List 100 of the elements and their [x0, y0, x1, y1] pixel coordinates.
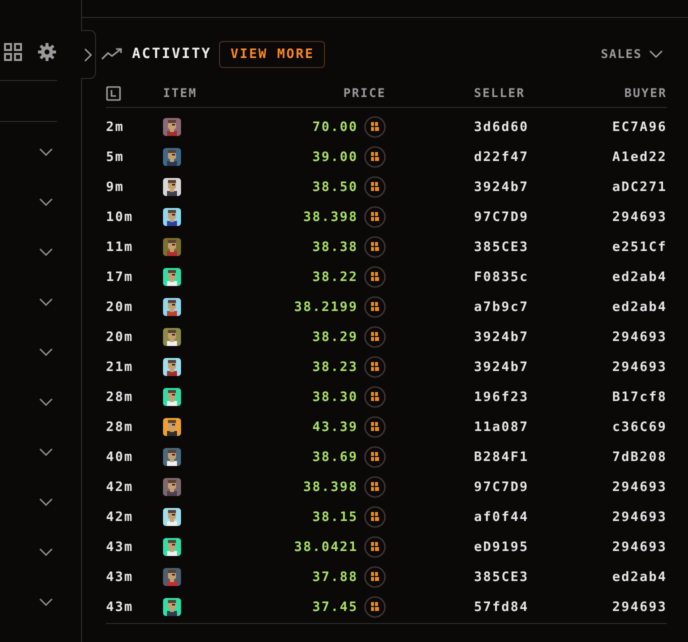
column-header[interactable]: SELLER: [474, 86, 526, 100]
seller-address[interactable]: d22f47: [474, 150, 529, 164]
coin-icon: [364, 476, 386, 498]
time-ago: 10m: [106, 210, 134, 224]
seller-address[interactable]: af0f44: [474, 510, 529, 524]
buyer-address[interactable]: ed2ab4: [612, 570, 667, 584]
chevron-down-icon[interactable]: [39, 448, 53, 456]
buyer-address[interactable]: 294693: [612, 600, 667, 614]
buyer-address[interactable]: 294693: [612, 360, 667, 374]
sales-dropdown[interactable]: SALES: [600, 47, 663, 61]
buyer-address[interactable]: 294693: [612, 480, 667, 494]
coin-icon: [364, 416, 386, 438]
buyer-address[interactable]: EC7A96: [612, 120, 667, 134]
column-header[interactable]: PRICE: [343, 86, 386, 100]
buyer-address[interactable]: ed2ab4: [612, 270, 667, 284]
time-ago: 28m: [106, 390, 134, 404]
price: 38.398: [303, 480, 358, 494]
seller-address[interactable]: a7b9c7: [474, 300, 529, 314]
price: 38.398: [303, 210, 358, 224]
time-ago: 5m: [106, 150, 124, 164]
chevron-right-icon: [84, 48, 92, 62]
seller-address[interactable]: F0835c: [474, 270, 529, 284]
time-ago: 43m: [106, 600, 134, 614]
seller-address[interactable]: 196f23: [474, 390, 529, 404]
coin-icon: [364, 386, 386, 408]
buyer-address[interactable]: A1ed22: [612, 150, 667, 164]
chevron-down-icon[interactable]: [39, 548, 53, 556]
seller-address[interactable]: 3d6d60: [474, 120, 529, 134]
view-more-button[interactable]: VIEW MORE: [219, 40, 326, 68]
price: 37.45: [312, 600, 358, 614]
price: 38.30: [312, 390, 358, 404]
coin-icon: [364, 536, 386, 558]
caret-icon: [649, 50, 663, 58]
seller-address[interactable]: 385CE3: [474, 240, 529, 254]
buyer-address[interactable]: e251Cf: [612, 240, 667, 254]
collapse-tab[interactable]: [81, 30, 96, 79]
coin-icon: [364, 146, 386, 168]
seller-address[interactable]: 97C7D9: [474, 480, 529, 494]
price: 38.15: [312, 510, 358, 524]
time-ago: 20m: [106, 330, 134, 344]
chevron-down-icon[interactable]: [39, 348, 53, 356]
buyer-address[interactable]: B17cf8: [612, 390, 667, 404]
price: 70.00: [312, 120, 358, 134]
buyer-address[interactable]: 294693: [612, 210, 667, 224]
time-ago: 17m: [106, 270, 134, 284]
coin-icon: [364, 296, 386, 318]
coin-icon: [364, 566, 386, 588]
buyer-address[interactable]: 7dB208: [612, 450, 667, 464]
time-ago: 11m: [106, 240, 134, 254]
chevron-down-icon[interactable]: [39, 248, 53, 256]
seller-address[interactable]: 3924b7: [474, 330, 529, 344]
price: 38.23: [312, 360, 358, 374]
buyer-address[interactable]: ed2ab4: [612, 300, 667, 314]
trend-icon: [101, 48, 123, 60]
grid-icon[interactable]: [4, 43, 22, 61]
coin-icon: [364, 356, 386, 378]
seller-address[interactable]: 3924b7: [474, 180, 529, 194]
buyer-address[interactable]: c36C69: [612, 420, 667, 434]
seller-address[interactable]: 385CE3: [474, 570, 529, 584]
time-ago: 42m: [106, 510, 134, 524]
coin-icon: [364, 506, 386, 528]
time-ago: 9m: [106, 180, 124, 194]
column-header[interactable]: ITEM: [163, 86, 198, 100]
column-header[interactable]: BUYER: [624, 86, 667, 100]
buyer-address[interactable]: aDC271: [612, 180, 667, 194]
buyer-address[interactable]: 294693: [612, 540, 667, 554]
time-ago: 20m: [106, 300, 134, 314]
time-ago: 43m: [106, 540, 134, 554]
seller-address[interactable]: 11a087: [474, 420, 529, 434]
price: 38.38: [312, 240, 358, 254]
chevron-down-icon[interactable]: [39, 598, 53, 606]
seller-address[interactable]: 97C7D9: [474, 210, 529, 224]
chevron-down-icon[interactable]: [39, 298, 53, 306]
time-ago: 2m: [106, 120, 124, 134]
coin-icon: [364, 446, 386, 468]
coin-icon: [364, 206, 386, 228]
seller-address[interactable]: B284F1: [474, 450, 529, 464]
coin-icon: [364, 266, 386, 288]
chevron-down-icon[interactable]: [39, 498, 53, 506]
settings-icon[interactable]: [38, 43, 56, 61]
coin-icon: [364, 176, 386, 198]
price: 38.69: [312, 450, 358, 464]
clock-icon: [106, 86, 121, 100]
seller-address[interactable]: 57fd84: [474, 600, 529, 614]
seller-address[interactable]: eD9195: [474, 540, 529, 554]
chevron-down-icon[interactable]: [39, 148, 53, 156]
coin-icon: [364, 596, 386, 618]
chevron-down-icon[interactable]: [39, 398, 53, 406]
time-ago: 43m: [106, 570, 134, 584]
coin-icon: [364, 236, 386, 258]
seller-address[interactable]: 3924b7: [474, 360, 529, 374]
price: 37.88: [312, 570, 358, 584]
price: 38.22: [312, 270, 358, 284]
price: 38.50: [312, 180, 358, 194]
price: 39.00: [312, 150, 358, 164]
time-ago: 21m: [106, 360, 134, 374]
buyer-address[interactable]: 294693: [612, 330, 667, 344]
buyer-address[interactable]: 294693: [612, 510, 667, 524]
coin-icon: [364, 116, 386, 138]
chevron-down-icon[interactable]: [39, 198, 53, 206]
